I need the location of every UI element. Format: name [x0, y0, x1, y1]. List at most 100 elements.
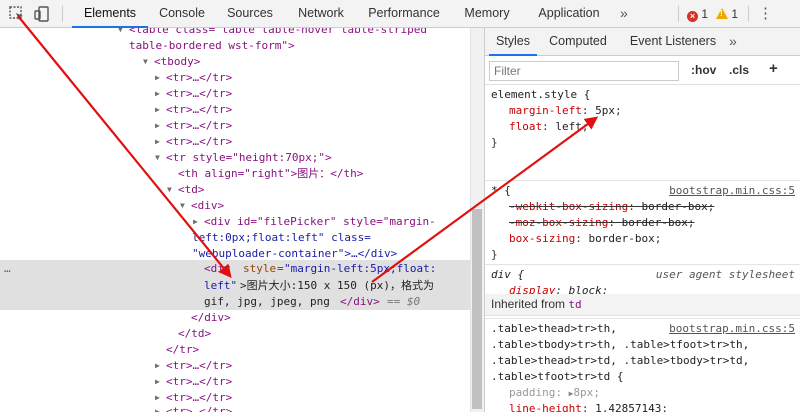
rule-selector: .table>thead>tr>td, .table>tbody>tr>td,	[491, 354, 750, 367]
rule-close-brace: }	[491, 248, 498, 261]
warning-count-badge[interactable]: 1	[716, 6, 738, 22]
dom-line-th[interactable]: <th align="right">图片：</th>	[0, 166, 470, 182]
rule-universal: * { bootstrap.min.css:5 -webkit-box-sizi…	[485, 181, 800, 265]
rule-selector: div {	[491, 268, 525, 281]
tab-elements[interactable]: Elements	[72, 0, 148, 28]
warning-count: 1	[731, 7, 739, 21]
dom-line-table-cont[interactable]: table-bordered wst-form">	[0, 38, 470, 54]
selected-div-tag: <div	[204, 262, 231, 275]
styles-pane: Styles Computed Event Listeners » :hov .…	[484, 28, 800, 412]
rule-source-link[interactable]: bootstrap.min.css:5	[669, 183, 795, 199]
dom-line-selected[interactable]: … <div style = "margin-left:5px;float:	[0, 260, 470, 278]
inspect-icon[interactable]	[8, 5, 26, 23]
elements-scrollbar-thumb[interactable]	[472, 209, 482, 409]
settings-menu-icon[interactable]: ⋮	[758, 0, 773, 28]
error-count: 1	[701, 7, 709, 21]
dom-line-selected[interactable]: gif, jpg, jpeg, png </div> == $0	[0, 294, 470, 310]
tab-computed[interactable]: Computed	[545, 28, 611, 56]
collapse-arrow-icon[interactable]: ▼	[118, 28, 128, 38]
selected-text-content: >图片大小:150 x 150 (px)，格式为	[240, 279, 434, 292]
tr-tag: <tr>…</tr>	[166, 103, 233, 116]
dom-line-tr-open[interactable]: ▼ <tr style="height:70px;">	[0, 150, 470, 166]
dom-line-table[interactable]: ▼ <table class="table table-hover table-…	[0, 28, 470, 38]
toolbar-divider	[62, 6, 63, 22]
collapse-arrow-icon[interactable]: ▼	[180, 198, 190, 214]
expand-arrow-icon[interactable]: ▶	[155, 86, 165, 102]
dom-line-tr[interactable]: ▶ <tr>…</tr>	[0, 118, 470, 134]
tr-tag: <tr>…</tr>	[166, 135, 233, 148]
dom-line-tr[interactable]: ▶ <tr>…</tr>	[0, 358, 470, 374]
rule-source-link[interactable]: bootstrap.min.css:5	[669, 321, 795, 337]
tab-memory[interactable]: Memory	[458, 0, 516, 28]
style-property-overridden[interactable]: -moz-box-sizing: border-box;	[509, 215, 694, 231]
dom-line-tbody[interactable]: ▼ <tbody>	[0, 54, 470, 70]
error-icon: ×	[687, 11, 698, 22]
class-toggle-button[interactable]: .cls	[729, 63, 749, 77]
style-property[interactable]: line-height: 1.42857143;	[509, 401, 668, 412]
expand-arrow-icon[interactable]: ▶	[155, 374, 165, 390]
tab-network[interactable]: Network	[291, 0, 351, 28]
dom-line-div[interactable]: ▼ <div>	[0, 198, 470, 214]
collapse-arrow-icon[interactable]: ▼	[143, 54, 153, 70]
collapse-arrow-icon[interactable]: ▼	[167, 182, 177, 198]
tr-tag: <tr>…</tr>	[166, 405, 233, 412]
dom-line-tr[interactable]: ▶ <tr>…</tr>	[0, 374, 470, 390]
rule-selector: .table>tbody>tr>th, .table>tfoot>tr>th,	[491, 338, 750, 351]
div-tag: <div>	[191, 199, 225, 212]
rule-selector: .table>thead>tr>th,	[491, 322, 617, 335]
more-panes-button[interactable]: »	[729, 28, 737, 56]
dom-line-filepicker[interactable]: ▶ <div id="filePicker" style="margin-	[0, 214, 470, 230]
dom-line-filepicker-cont[interactable]: left:0px;float:left" class=	[0, 230, 470, 246]
more-tabs-button[interactable]: »	[620, 0, 628, 28]
rule-selector: element.style {	[491, 88, 591, 101]
expand-arrow-icon[interactable]: ▶	[155, 404, 165, 412]
expand-arrow-icon[interactable]: ▶	[193, 214, 203, 230]
dom-line-tr[interactable]: ▶ <tr>…</tr>	[0, 86, 470, 102]
dom-line-tr[interactable]: ▶ <tr>…</tr>	[0, 404, 470, 412]
dom-line-close-div[interactable]: </div>	[0, 310, 470, 326]
tr-tag: <tr>…</tr>	[166, 71, 233, 84]
error-count-badge[interactable]: × 1	[687, 6, 708, 22]
dom-line-close-td[interactable]: </td>	[0, 326, 470, 342]
close-div-tag: </div>	[191, 311, 231, 324]
tab-console[interactable]: Console	[153, 0, 211, 28]
style-property-inactive[interactable]: padding: ▶8px;	[509, 385, 600, 401]
selected-close-tag: </div>	[340, 295, 380, 308]
inherited-tag-link[interactable]: td	[568, 298, 581, 311]
table-tag-cont: table-bordered wst-form">	[129, 39, 295, 52]
inherited-header: Inherited from td	[485, 294, 800, 316]
dom-line-tr[interactable]: ▶ <tr>…</tr>	[0, 70, 470, 86]
expand-arrow-icon[interactable]: ▶	[155, 118, 165, 134]
style-property-overridden[interactable]: -webkit-box-sizing: border-box;	[509, 199, 714, 215]
device-toggle-icon[interactable]	[33, 5, 51, 23]
devtools-toolbar: Elements Console Sources Network Perform…	[0, 0, 800, 28]
more-actions-icon[interactable]: …	[4, 260, 11, 278]
tab-styles[interactable]: Styles	[489, 28, 537, 56]
dom-line-td[interactable]: ▼ <td>	[0, 182, 470, 198]
close-tr-tag: </tr>	[166, 343, 200, 356]
expand-arrow-icon[interactable]: ▶	[155, 102, 165, 118]
expand-arrow-icon[interactable]: ▶	[155, 358, 165, 374]
dom-line-close-tr[interactable]: </tr>	[0, 342, 470, 358]
filepicker-tag: <div id="filePicker" style="margin-	[204, 215, 436, 228]
style-property[interactable]: margin-left: 5px;	[509, 103, 622, 119]
td-tag: <td>	[178, 183, 205, 196]
expand-arrow-icon[interactable]: ▶	[155, 134, 165, 150]
tab-sources[interactable]: Sources	[221, 0, 279, 28]
dom-line-tr[interactable]: ▶ <tr>…</tr>	[0, 102, 470, 118]
dom-line-tr[interactable]: ▶ <tr>…</tr>	[0, 134, 470, 150]
filter-bar: :hov .cls +	[485, 57, 800, 85]
styles-filter-input[interactable]	[489, 61, 679, 81]
dom-line-selected[interactable]: left" >图片大小:150 x 150 (px)，格式为	[0, 278, 470, 294]
collapse-arrow-icon[interactable]: ▼	[155, 150, 165, 166]
tab-performance[interactable]: Performance	[362, 0, 446, 28]
rule-selector: .table>tfoot>tr>td {	[491, 370, 624, 383]
style-property[interactable]: box-sizing: border-box;	[509, 231, 661, 247]
expand-arrow-icon[interactable]: ▶	[155, 70, 165, 86]
tab-event-listeners[interactable]: Event Listeners	[623, 28, 723, 56]
tab-application[interactable]: Application	[528, 0, 610, 28]
hover-state-button[interactable]: :hov	[691, 63, 716, 77]
add-rule-button[interactable]: +	[769, 60, 778, 77]
style-property[interactable]: float: left;	[509, 119, 589, 135]
rule-close-brace: }	[491, 136, 498, 149]
